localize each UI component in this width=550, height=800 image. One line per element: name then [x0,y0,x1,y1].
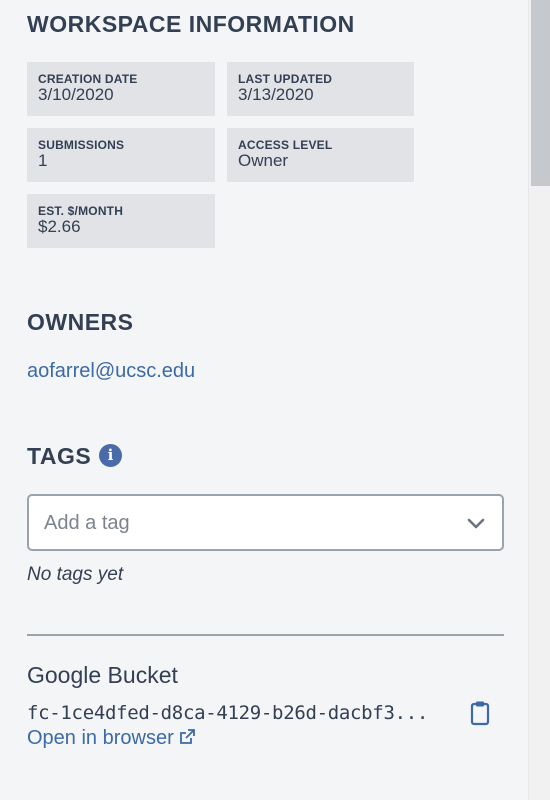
clipboard-icon[interactable] [470,700,490,726]
last-updated-card: LAST UPDATED 3/13/2020 [227,62,414,116]
tags-heading: TAGS [27,443,92,469]
no-tags-message: No tags yet [27,564,124,585]
open-in-browser-link[interactable]: Open in browser [27,726,196,750]
last-updated-label: LAST UPDATED [238,72,333,86]
info-icon[interactable]: i [99,444,122,467]
open-in-browser-label: Open in browser [27,727,174,749]
section-divider [27,634,504,636]
submissions-value: 1 [38,151,48,170]
access-level-value: Owner [238,151,289,170]
workspace-dashboard-panel: WORKSPACE INFORMATION CREATION DATE 3/10… [0,0,528,800]
submissions-label: SUBMISSIONS [38,138,125,152]
creation-date-card: CREATION DATE 3/10/2020 [27,62,215,116]
google-bucket-heading: Google Bucket [27,662,178,688]
last-updated-value: 3/13/2020 [238,85,314,104]
add-tag-placeholder: Add a tag [44,512,130,534]
estimated-cost-label: EST. $/MONTH [38,204,124,218]
creation-date-value: 3/10/2020 [38,85,114,104]
external-link-icon [179,729,195,744]
estimated-cost-value: $2.66 [38,217,81,236]
vertical-scrollbar-thumb[interactable] [531,0,550,186]
workspace-information-heading: WORKSPACE INFORMATION [27,11,355,37]
add-tag-select[interactable]: Add a tag [27,494,504,551]
creation-date-label: CREATION DATE [38,72,138,86]
submissions-card: SUBMISSIONS 1 [27,128,215,182]
access-level-label: ACCESS LEVEL [238,138,333,152]
bucket-name: fc-1ce4dfed-d8ca-4129-b26d-dacbf3... [27,702,429,724]
chevron-down-icon[interactable] [466,513,486,533]
owners-heading: OWNERS [27,309,134,335]
access-level-card: ACCESS LEVEL Owner [227,128,414,182]
owner-email-link[interactable]: aofarrel@ucsc.edu [27,359,195,383]
estimated-cost-card: EST. $/MONTH $2.66 [27,194,215,248]
